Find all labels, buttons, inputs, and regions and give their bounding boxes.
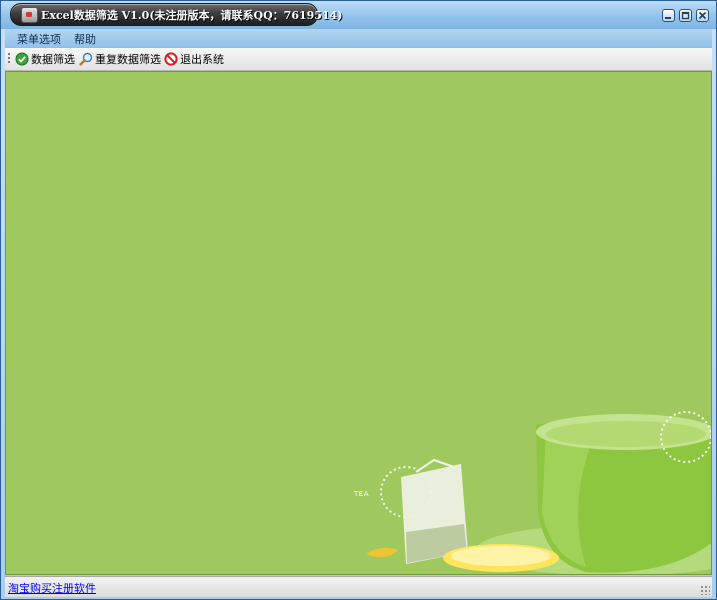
buy-registration-link[interactable]: 淘宝购买注册软件	[8, 580, 96, 596]
exit-system-button[interactable]: 退出系统	[164, 51, 224, 67]
toolbar: 数据筛选 重复数据筛选 退出系统	[5, 48, 712, 71]
tea-background-illustration	[366, 411, 711, 574]
minimize-button[interactable]	[662, 9, 675, 22]
maximize-icon	[681, 11, 690, 20]
close-icon	[698, 11, 707, 20]
app-icon[interactable]	[21, 7, 38, 23]
tea-tag-text: TEA	[354, 490, 369, 498]
main-content-area: TEA	[5, 71, 712, 575]
menu-options[interactable]: 菜单选项	[17, 31, 61, 47]
magnifier-icon	[79, 52, 93, 66]
toolbar-grip[interactable]	[8, 53, 10, 65]
menu-help[interactable]: 帮助	[74, 31, 96, 47]
title-bar[interactable]: Excel数据筛选 V1.0(未注册版本，请联系QQ：7619514)	[1, 1, 716, 29]
close-button[interactable]	[696, 9, 709, 22]
duplicate-filter-button[interactable]: 重复数据筛选	[79, 51, 161, 67]
status-bar: 淘宝购买注册软件	[5, 576, 712, 597]
filter-data-label: 数据筛选	[31, 53, 75, 66]
check-circle-icon	[15, 52, 29, 66]
no-entry-icon	[164, 52, 178, 66]
maximize-button[interactable]	[679, 9, 692, 22]
window-title: Excel数据筛选 V1.0(未注册版本，请联系QQ：7619514)	[41, 9, 343, 22]
minimize-icon	[665, 17, 671, 19]
filter-data-button[interactable]: 数据筛选	[15, 51, 75, 67]
main-window: Excel数据筛选 V1.0(未注册版本，请联系QQ：7619514) 菜单选项…	[0, 0, 717, 600]
exit-system-label: 退出系统	[180, 53, 224, 66]
duplicate-filter-label: 重复数据筛选	[95, 53, 161, 66]
title-pill: Excel数据筛选 V1.0(未注册版本，请联系QQ：7619514)	[10, 3, 342, 26]
resize-grip[interactable]	[700, 585, 710, 595]
menu-bar: 菜单选项 帮助	[5, 29, 712, 48]
